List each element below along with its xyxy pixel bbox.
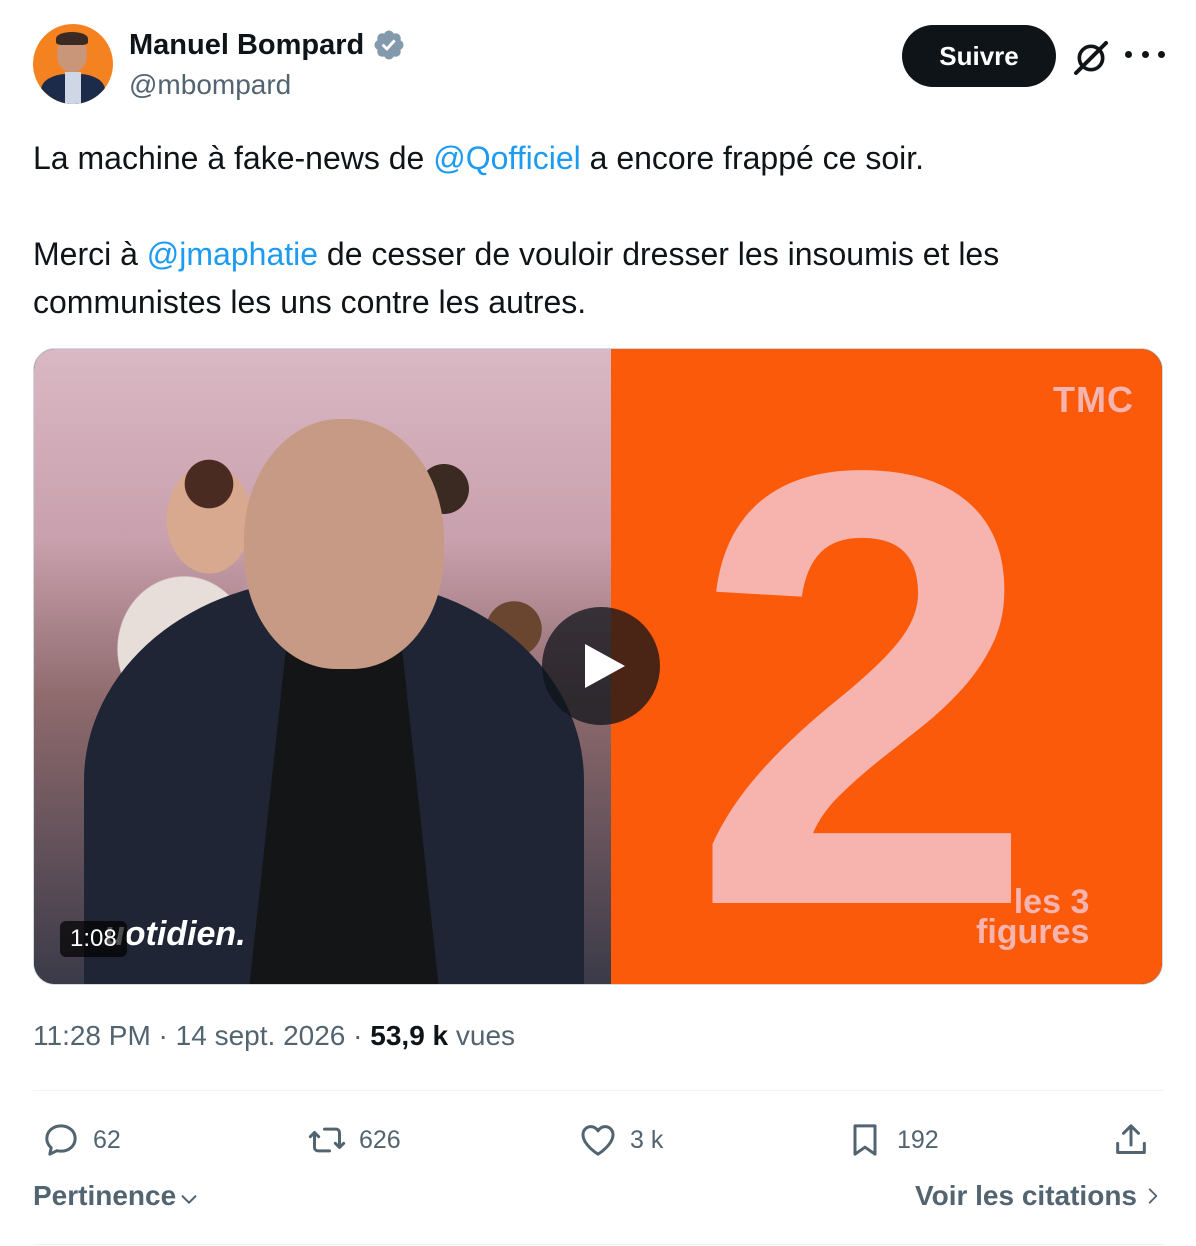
more-options-icon[interactable] [1125, 44, 1165, 64]
author-name[interactable]: Manuel Bompard [129, 29, 364, 62]
divider [33, 1090, 1163, 1091]
video-duration: 1:08 [60, 921, 127, 957]
like-button[interactable]: 3 k [578, 1110, 663, 1170]
tweet-line-1: La machine à fake-news de @Qofficiel a e… [33, 134, 1143, 182]
text-span: a encore frappé ce soir. [580, 140, 925, 176]
show-logo: les 3 figures [976, 885, 1090, 951]
tweet-metadata: 11:28 PM · 14 sept. 2026 · 53,9 k vues [33, 1020, 515, 1052]
dot [1158, 50, 1165, 58]
heart-icon [581, 1125, 615, 1156]
separator: · [150, 1020, 176, 1051]
tweet-text: La machine à fake-news de @Qofficiel a e… [33, 134, 1143, 326]
share-button[interactable] [1111, 1110, 1163, 1170]
bookmark-button[interactable]: 192 [845, 1110, 939, 1170]
bookmark-icon [853, 1124, 877, 1156]
author-handle[interactable]: @mbompard [129, 69, 291, 101]
play-button[interactable] [542, 607, 660, 725]
channel-logo: TMC [1053, 379, 1134, 420]
grok-icon[interactable] [1071, 38, 1111, 78]
repost-icon [308, 1127, 346, 1153]
repost-count: 626 [359, 1125, 401, 1154]
reply-count: 62 [93, 1125, 121, 1154]
tweet-date[interactable]: 14 sept. 2026 [176, 1020, 346, 1051]
sort-label: Pertinence [33, 1180, 177, 1211]
repost-button[interactable]: 626 [307, 1110, 401, 1170]
text-span: Merci à [33, 236, 147, 272]
share-icon [1116, 1124, 1146, 1154]
like-count: 3 k [630, 1125, 664, 1154]
reply-icon [45, 1124, 77, 1156]
tweet-line-2: Merci à @jmaphatie de cesser de vouloir … [33, 230, 1143, 326]
verified-badge-icon [374, 30, 404, 60]
sort-select[interactable]: Pertinence [33, 1180, 200, 1212]
divider [33, 1244, 1163, 1245]
separator: · [345, 1020, 371, 1051]
mention-link[interactable]: @Qofficiel [433, 140, 581, 176]
show-logo-line2: figures [976, 913, 1090, 951]
dot [1125, 50, 1132, 58]
views-count: 53,9 k [370, 1020, 449, 1051]
view-quotes-link[interactable]: Voir les citations [915, 1180, 1163, 1212]
dot [1141, 50, 1149, 58]
views-label: vues [448, 1020, 516, 1051]
avatar-shirt [65, 72, 81, 104]
view-quotes-label: Voir les citations [915, 1180, 1137, 1211]
author-name-line: Manuel Bompard [129, 28, 406, 62]
mention-link[interactable]: @jmaphatie [147, 236, 318, 272]
video-person-head [244, 419, 444, 669]
replies-footer: Pertinence Voir les citations [33, 1180, 1163, 1224]
avatar-hair [56, 32, 88, 45]
video-frame-right: 2 TMC les 3 figures [611, 349, 1162, 984]
chevron-down-icon [181, 1195, 197, 1204]
tweet-header: Manuel Bompard @mbompard Suivre [33, 24, 1165, 104]
tweet-time[interactable]: 11:28 PM [33, 1020, 151, 1051]
text-span: La machine à fake-news de [33, 140, 434, 176]
follow-button[interactable]: Suivre [902, 25, 1056, 87]
chevron-right-icon [1148, 1188, 1158, 1204]
bookmark-count: 192 [897, 1125, 939, 1154]
reply-button[interactable]: 62 [41, 1110, 121, 1170]
video-player[interactable]: 2 TMC les 3 figures uotidien. 1:08 [33, 348, 1163, 985]
action-bar: 62 626 3 k 192 [33, 1110, 1163, 1170]
play-icon [585, 644, 625, 688]
avatar[interactable] [33, 24, 113, 104]
